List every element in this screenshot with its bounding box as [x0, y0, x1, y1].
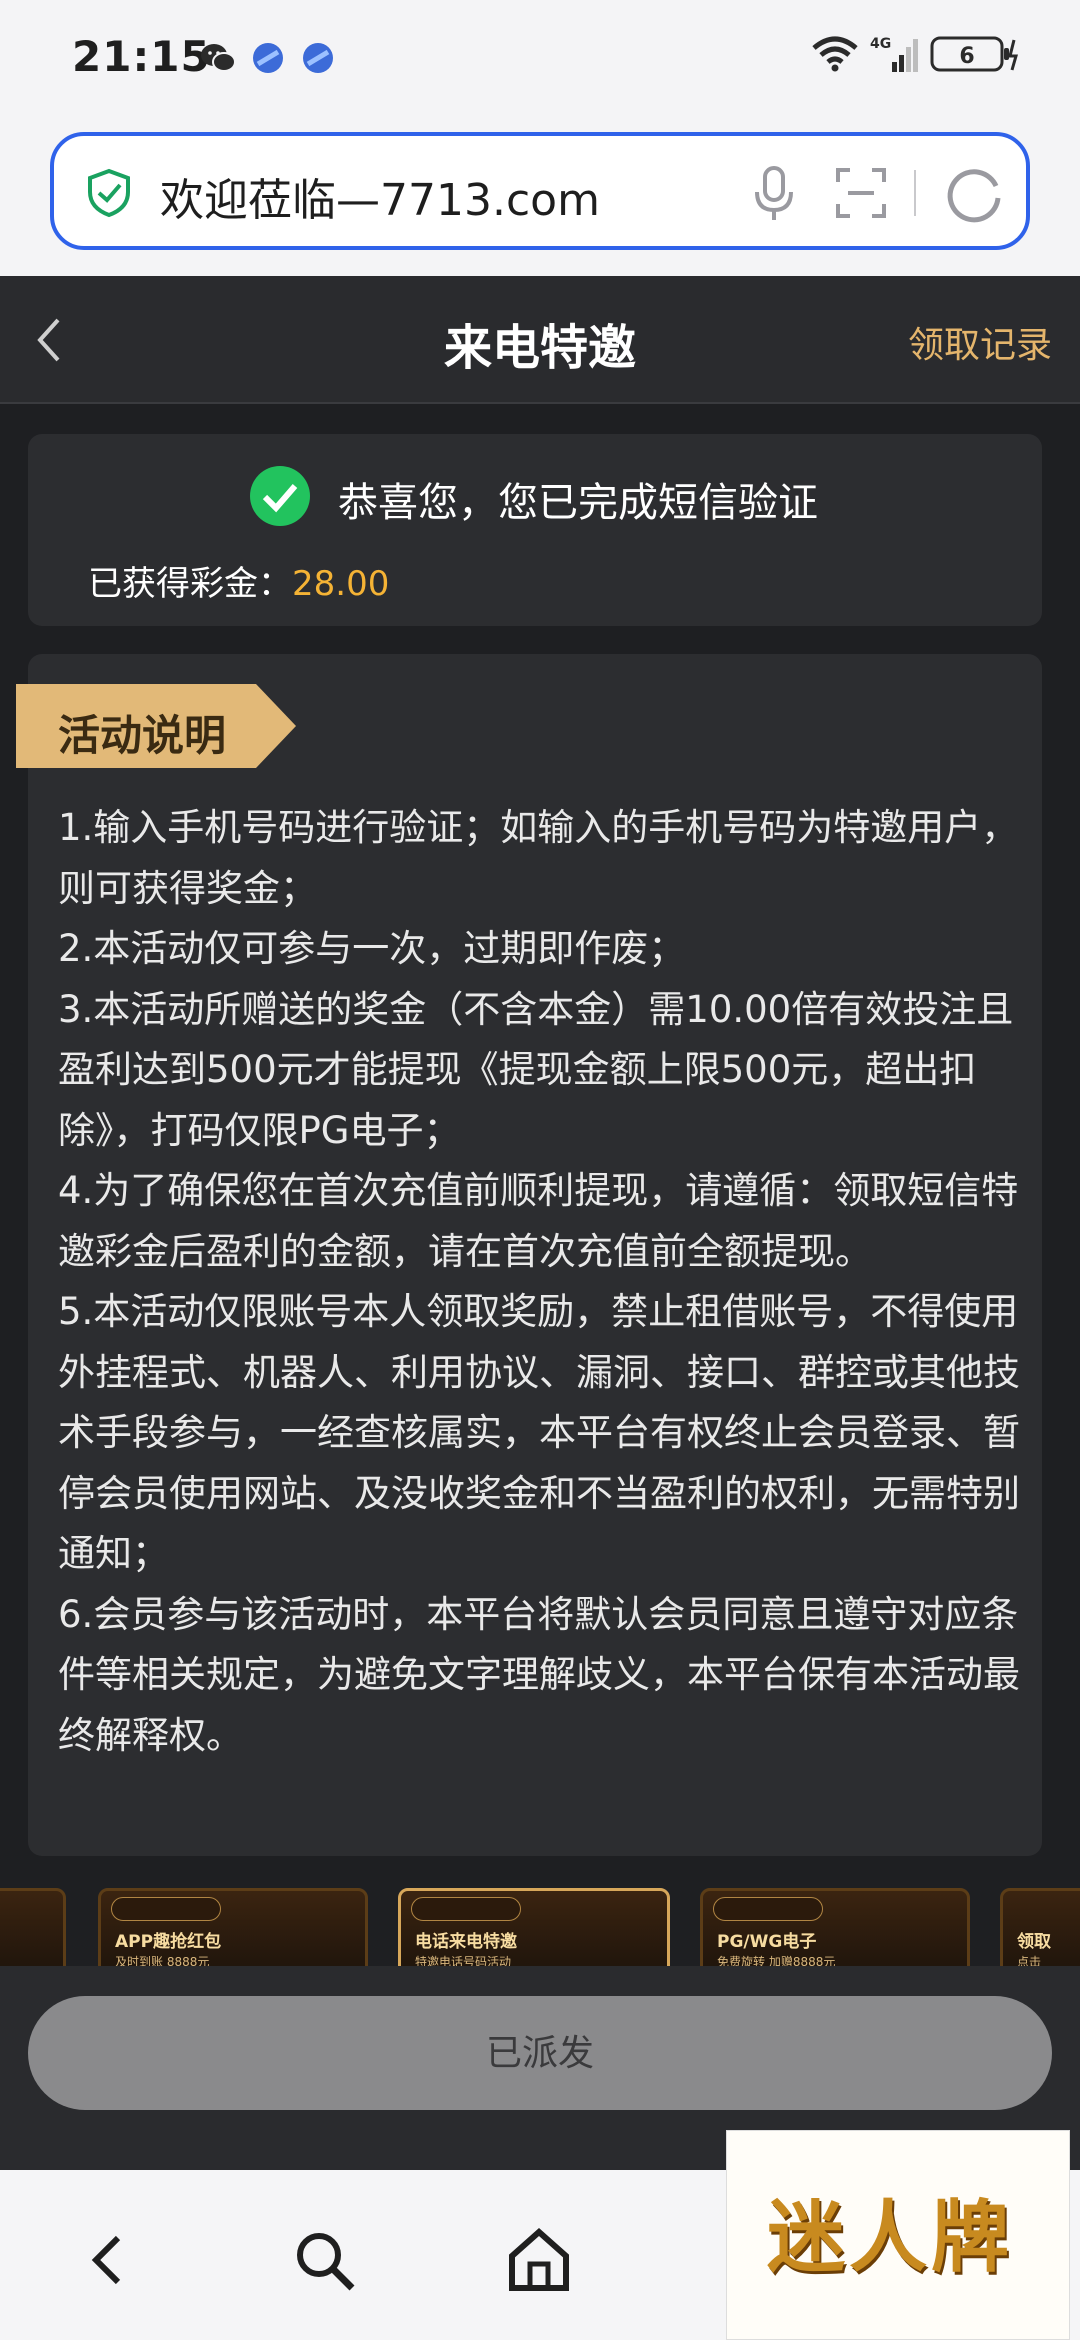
rule-item: 4.为了确保您在首次充值前顺利提现，请遵循：领取短信特邀彩金后盈利的金额，请在首…: [58, 1169, 1019, 1273]
microphone-icon[interactable]: [749, 164, 799, 224]
refresh-icon[interactable]: [944, 162, 1006, 224]
status-indicators: 4G 6: [810, 34, 1020, 74]
scan-icon[interactable]: [834, 166, 888, 220]
promo-card[interactable]: [0, 1888, 66, 1966]
promo-card[interactable]: PG/WG电子 免费旋转 加赠8888元: [700, 1888, 970, 1966]
promo-subtitle: 特邀电话号码活动: [415, 1955, 512, 1966]
brand-logo-icon: [411, 1897, 521, 1921]
verification-card: 恭喜您，您已完成短信验证 已获得彩金：28.00: [28, 434, 1042, 626]
app-icon: [303, 43, 333, 73]
battery-level: 6: [959, 44, 974, 69]
check-circle-icon: [250, 466, 310, 526]
bonus-value: 28.00: [292, 564, 390, 604]
section-title: 活动说明: [58, 711, 227, 760]
claim-records-link[interactable]: 领取记录: [908, 316, 1052, 368]
status-bar: 21:15 4G 6: [0, 0, 1080, 120]
dispatched-button-label: 已派发: [485, 2032, 594, 2073]
dispatched-button[interactable]: 已派发: [28, 1996, 1052, 2110]
watermark-text: 迷人牌: [767, 2192, 1014, 2283]
wifi-icon: [812, 36, 858, 72]
promo-title: APP趣抢红包: [115, 1932, 222, 1952]
search-icon[interactable]: [290, 2226, 360, 2296]
promo-subtitle: 及时到账 8888元: [115, 1955, 210, 1966]
promo-title: PG/WG电子: [717, 1932, 817, 1952]
battery-icon: 6: [930, 36, 1018, 72]
rules-list: 1.输入手机号码进行验证；如输入的手机号码为特邀用户，则可获得奖金； 2.本活动…: [58, 798, 1028, 1766]
activity-description-card: 活动说明 1.输入手机号码进行验证；如输入的手机号码为特邀用户，则可获得奖金； …: [16, 654, 1042, 1856]
bonus-label: 已获得彩金：: [88, 564, 292, 604]
url-divider: [914, 170, 916, 216]
network-label: 4G: [870, 36, 891, 52]
status-time: 21:15: [72, 32, 211, 81]
promo-card[interactable]: APP趣抢红包 及时到账 8888元: [98, 1888, 368, 1966]
nav-back-icon[interactable]: [82, 2230, 132, 2290]
home-icon[interactable]: [504, 2224, 574, 2294]
watermark-logo: 迷人牌: [726, 2130, 1070, 2340]
rule-item: 2.本活动仅可参与一次，过期即作废；: [58, 927, 686, 970]
promo-subtitle: 点击: [1017, 1955, 1042, 1966]
promo-card[interactable]: 领取 点击: [1000, 1888, 1080, 1966]
promo-carousel[interactable]: APP趣抢红包 及时到账 8888元 电话来电特邀 特邀电话号码活动 PG/WG…: [0, 1880, 1080, 1966]
page-header: 来电特邀 领取记录: [0, 276, 1080, 404]
rule-item: 5.本活动仅限账号本人领取奖励，禁止租借账号，不得使用外挂程式、机器人、利用协议…: [58, 1290, 1020, 1575]
verification-message: 恭喜您，您已完成短信验证: [338, 480, 818, 526]
bonus-row: 已获得彩金：28.00: [88, 556, 389, 605]
rule-item: 3.本活动所赠送的奖金（不含本金）需10.00倍有效投注且盈利达到500元才能提…: [58, 987, 1014, 1152]
signal-4g-icon: 4G: [870, 36, 918, 72]
brand-logo-icon: [111, 1897, 221, 1921]
wechat-icon: [201, 44, 236, 72]
promo-card-active[interactable]: 电话来电特邀 特邀电话号码活动: [398, 1888, 670, 1966]
shield-check-icon: [88, 168, 130, 218]
brand-logo-icon: [713, 1897, 823, 1921]
promo-title: 电话来电特邀: [415, 1932, 517, 1952]
rule-item: 1.输入手机号码进行验证；如输入的手机号码为特邀用户，则可获得奖金；: [58, 806, 1019, 910]
promo-subtitle: 免费旋转 加赠8888元: [717, 1955, 836, 1966]
browser-toolbar: 欢迎莅临—7713.com: [0, 120, 1080, 276]
url-text[interactable]: 欢迎莅临—7713.com: [160, 164, 600, 228]
app-icon: [253, 43, 283, 73]
promo-title: 领取: [1017, 1932, 1051, 1952]
url-bar[interactable]: 欢迎莅临—7713.com: [50, 132, 1030, 250]
rule-item: 6.会员参与该活动时，本平台将默认会员同意且遵守对应条件等相关规定，为避免文字理…: [58, 1592, 1020, 1757]
